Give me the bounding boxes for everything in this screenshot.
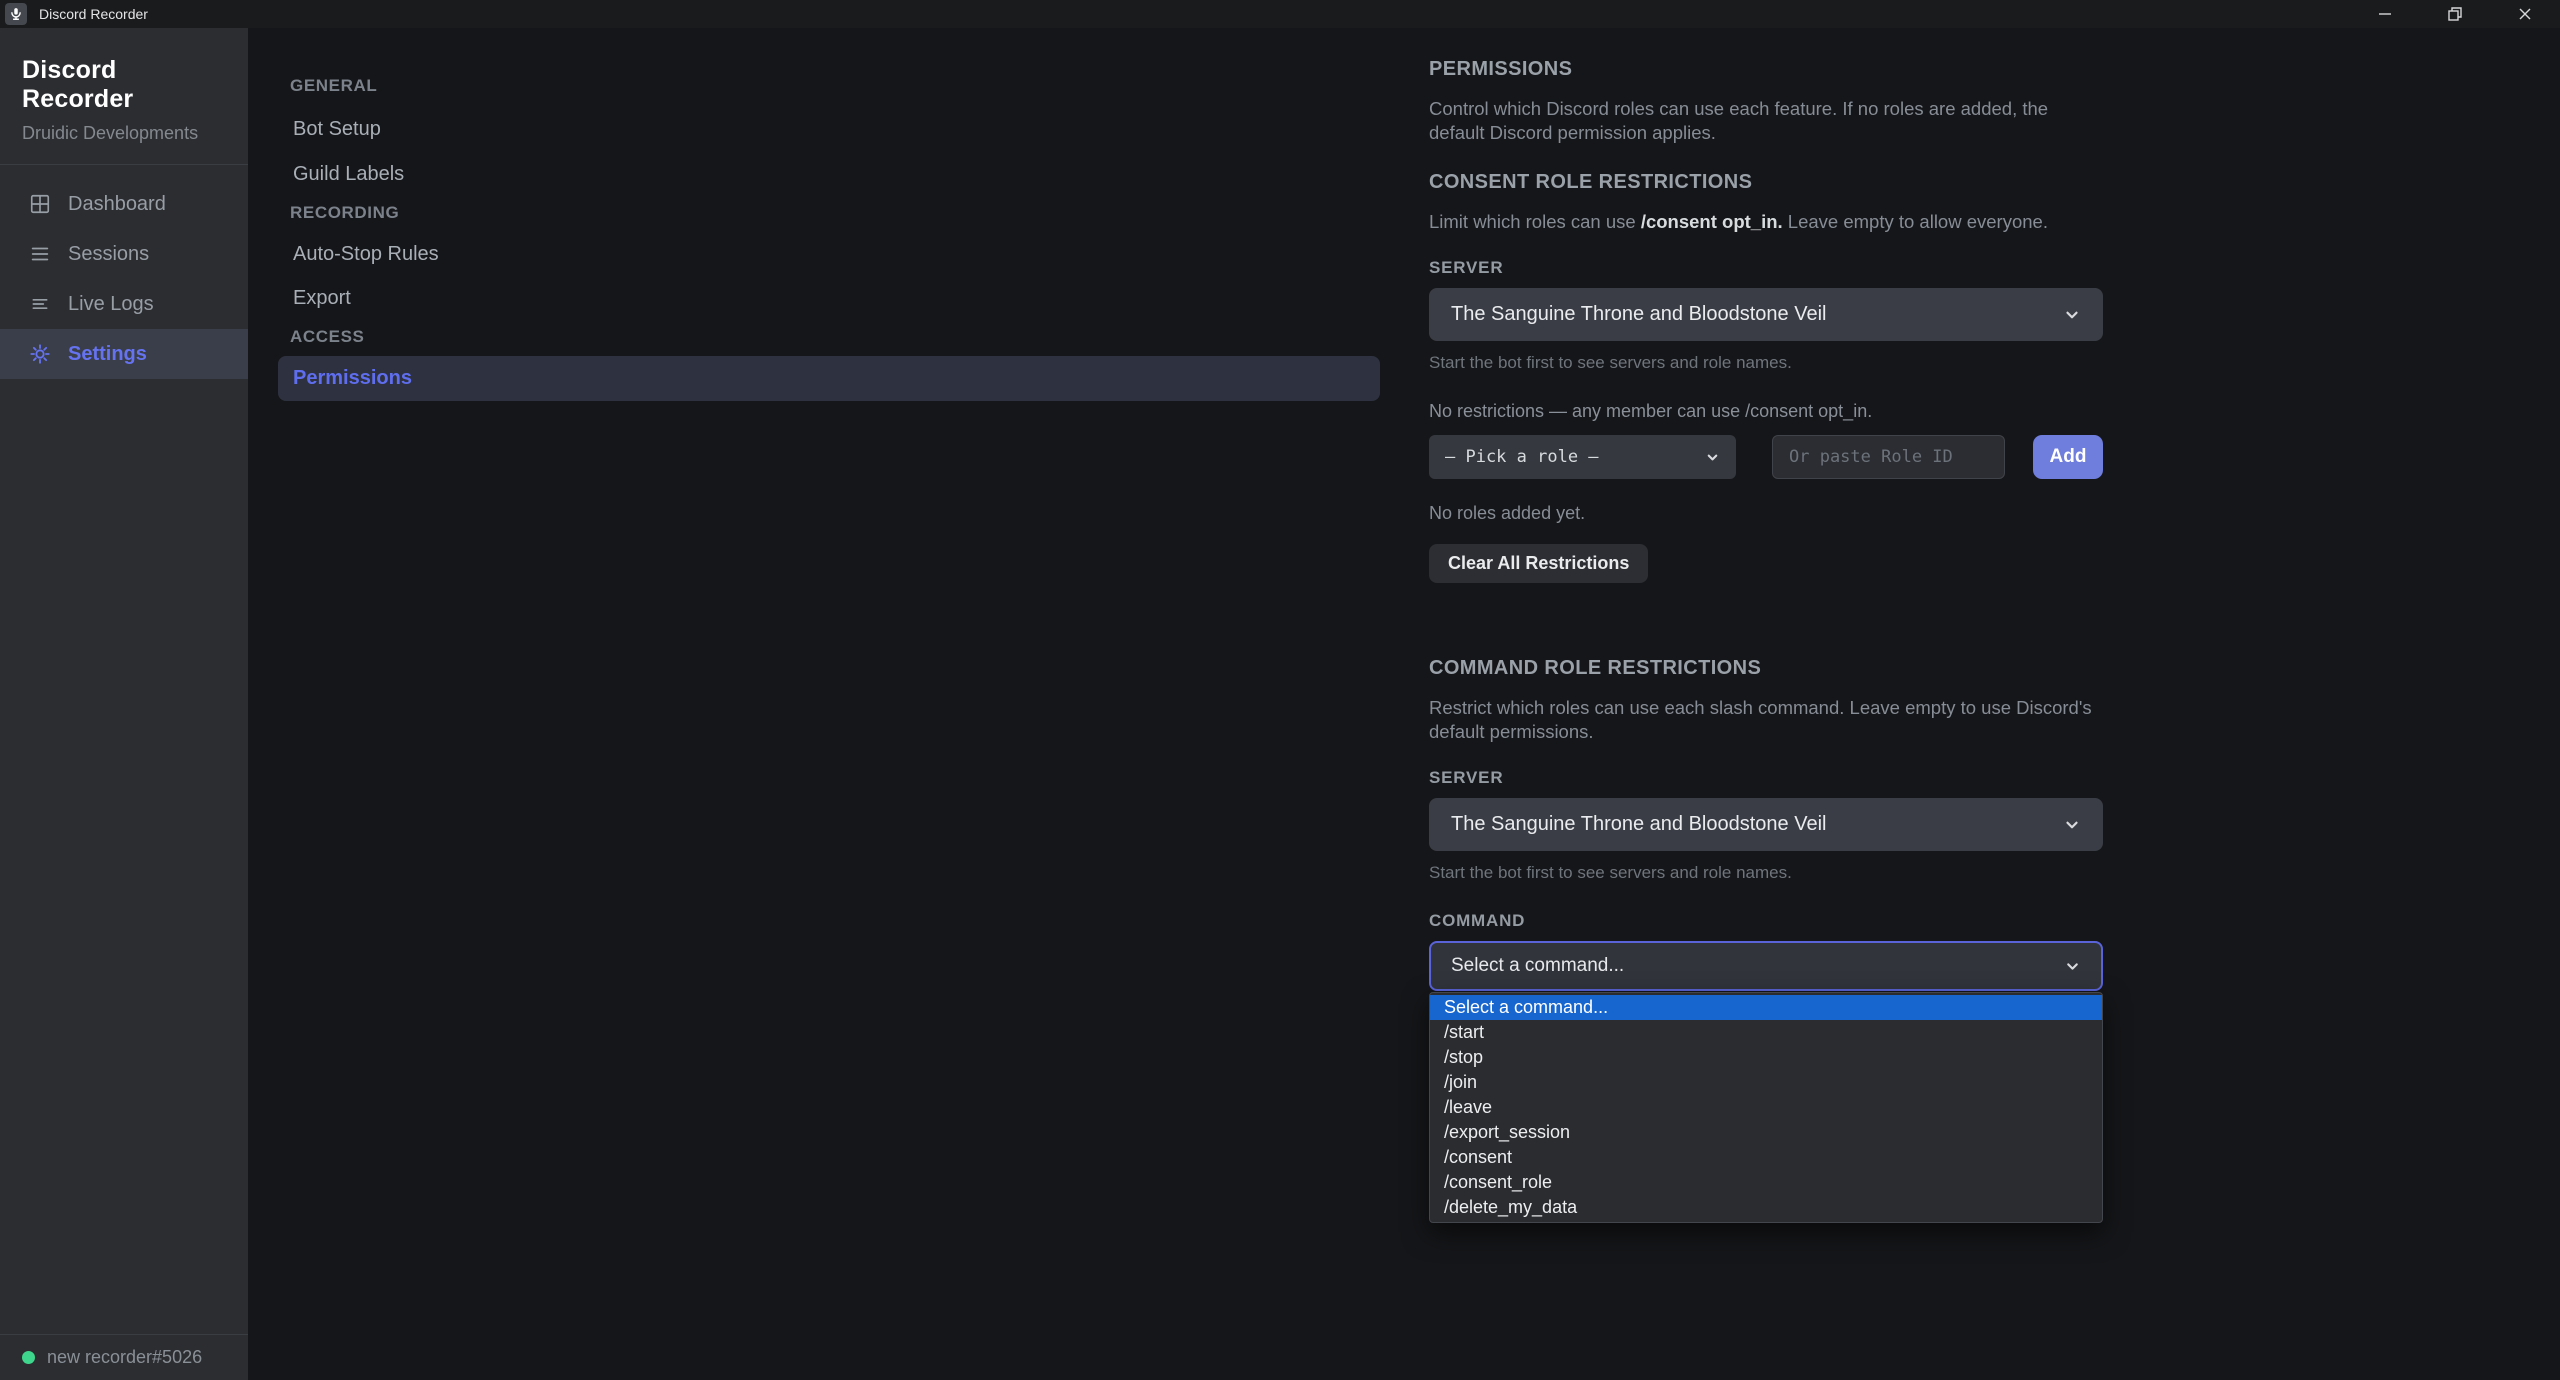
command-label: COMMAND [1429, 911, 2103, 931]
dropdown-option-consent-role[interactable]: /consent_role [1430, 1170, 2102, 1195]
live-logs-icon [28, 292, 52, 316]
no-roles-text: No roles added yet. [1429, 503, 2103, 524]
permissions-description: Control which Discord roles can use each… [1429, 97, 2103, 145]
app-name: Discord Recorder [22, 56, 226, 114]
settings-item-export[interactable]: Export [293, 285, 1380, 311]
settings-section-recording: RECORDING [290, 201, 1380, 225]
sidebar: Discord Recorder Druidic Developments Da… [0, 28, 248, 1380]
permissions-panel: PERMISSIONS Control which Discord roles … [1429, 28, 2103, 991]
consent-restrictions-title: CONSENT ROLE RESTRICTIONS [1429, 171, 2103, 194]
command-restrictions-section: COMMAND ROLE RESTRICTIONS Restrict which… [1429, 657, 2103, 991]
settings-nav: GENERAL Bot Setup Guild Labels RECORDING… [278, 28, 1380, 401]
consent-server-helper: Start the bot first to see servers and r… [1429, 353, 2103, 373]
window-title: Discord Recorder [39, 6, 148, 22]
dropdown-option-delete-my-data[interactable]: /delete_my_data [1430, 1195, 2102, 1220]
dropdown-option-start[interactable]: /start [1430, 1020, 2102, 1045]
org-name: Druidic Developments [22, 123, 226, 144]
sidebar-item-live-logs[interactable]: Live Logs [0, 279, 248, 329]
dropdown-option-export-session[interactable]: /export_session [1430, 1120, 2102, 1145]
chevron-down-icon [2063, 306, 2081, 324]
permissions-title: PERMISSIONS [1429, 58, 2103, 81]
desc-prefix: Limit which roles can use [1429, 211, 1641, 232]
sidebar-item-sessions[interactable]: Sessions [0, 229, 248, 279]
settings-item-permissions[interactable]: Permissions [278, 356, 1380, 401]
command-server-label: SERVER [1429, 768, 2103, 788]
restore-button[interactable] [2420, 0, 2490, 28]
clear-all-restrictions-button[interactable]: Clear All Restrictions [1429, 544, 1648, 583]
settings-item-bot-setup[interactable]: Bot Setup [293, 116, 1380, 142]
desc-suffix: Leave empty to allow everyone. [1783, 211, 2048, 232]
dashboard-grid-icon [28, 192, 52, 216]
chevron-down-icon [2063, 816, 2081, 834]
sidebar-header: Discord Recorder Druidic Developments [0, 28, 248, 165]
desc-bold-command: /consent opt_in. [1641, 211, 1783, 232]
minimize-button[interactable] [2350, 0, 2420, 28]
sidebar-item-settings[interactable]: Settings [0, 329, 248, 379]
consent-server-value: The Sanguine Throne and Bloodstone Veil [1451, 303, 1826, 326]
command-server-helper: Start the bot first to see servers and r… [1429, 863, 2103, 883]
sidebar-item-label: Dashboard [68, 193, 166, 216]
settings-item-guild-labels[interactable]: Guild Labels [293, 161, 1380, 187]
command-dropdown: Select a command... /start /stop /join /… [1429, 992, 2103, 1223]
dropdown-option-join[interactable]: /join [1430, 1070, 2102, 1095]
settings-section-general: GENERAL [290, 74, 1380, 98]
app-microphone-icon [5, 3, 27, 25]
pick-role-select[interactable]: — Pick a role — [1429, 435, 1736, 479]
close-button[interactable] [2490, 0, 2560, 28]
online-status-dot [22, 1351, 35, 1364]
dropdown-option-stop[interactable]: /stop [1430, 1045, 2102, 1070]
role-id-input[interactable] [1772, 435, 2005, 479]
sidebar-nav: Dashboard Sessions Live Logs [0, 179, 248, 379]
role-picker-row: — Pick a role — Add [1429, 435, 2103, 479]
sidebar-item-label: Live Logs [68, 293, 154, 316]
bot-username: new recorder#5026 [47, 1347, 202, 1368]
command-restrictions-title: COMMAND ROLE RESTRICTIONS [1429, 657, 2103, 680]
add-role-button[interactable]: Add [2033, 435, 2103, 479]
consent-restrictions-description: Limit which roles can use /consent opt_i… [1429, 210, 2103, 234]
command-select-value: Select a command... [1451, 955, 1624, 977]
chevron-down-icon [2064, 958, 2081, 975]
window-controls [2350, 0, 2560, 28]
dropdown-option-leave[interactable]: /leave [1430, 1095, 2102, 1120]
consent-server-select[interactable]: The Sanguine Throne and Bloodstone Veil [1429, 288, 2103, 341]
chevron-down-icon [1705, 450, 1720, 465]
sidebar-item-label: Sessions [68, 243, 149, 266]
sidebar-item-label: Settings [68, 343, 147, 366]
gear-icon [28, 342, 52, 366]
consent-server-label: SERVER [1429, 258, 2103, 278]
pick-role-value: — Pick a role — [1445, 447, 1599, 467]
dropdown-option-consent[interactable]: /consent [1430, 1145, 2102, 1170]
dropdown-option-placeholder[interactable]: Select a command... [1430, 995, 2102, 1020]
command-restrictions-description: Restrict which roles can use each slash … [1429, 696, 2103, 744]
settings-section-access: ACCESS [290, 325, 1380, 349]
settings-item-auto-stop-rules[interactable]: Auto-Stop Rules [293, 241, 1380, 267]
titlebar: Discord Recorder [0, 0, 2560, 28]
bot-status-bar: new recorder#5026 [0, 1334, 248, 1380]
no-restrictions-text: No restrictions — any member can use /co… [1429, 401, 2103, 422]
command-server-value: The Sanguine Throne and Bloodstone Veil [1451, 813, 1826, 836]
sidebar-item-dashboard[interactable]: Dashboard [0, 179, 248, 229]
command-select[interactable]: Select a command... [1429, 941, 2103, 991]
command-server-select[interactable]: The Sanguine Throne and Bloodstone Veil [1429, 798, 2103, 851]
sessions-list-icon [28, 242, 52, 266]
command-select-wrap: Select a command... Select a command... … [1429, 941, 2103, 991]
